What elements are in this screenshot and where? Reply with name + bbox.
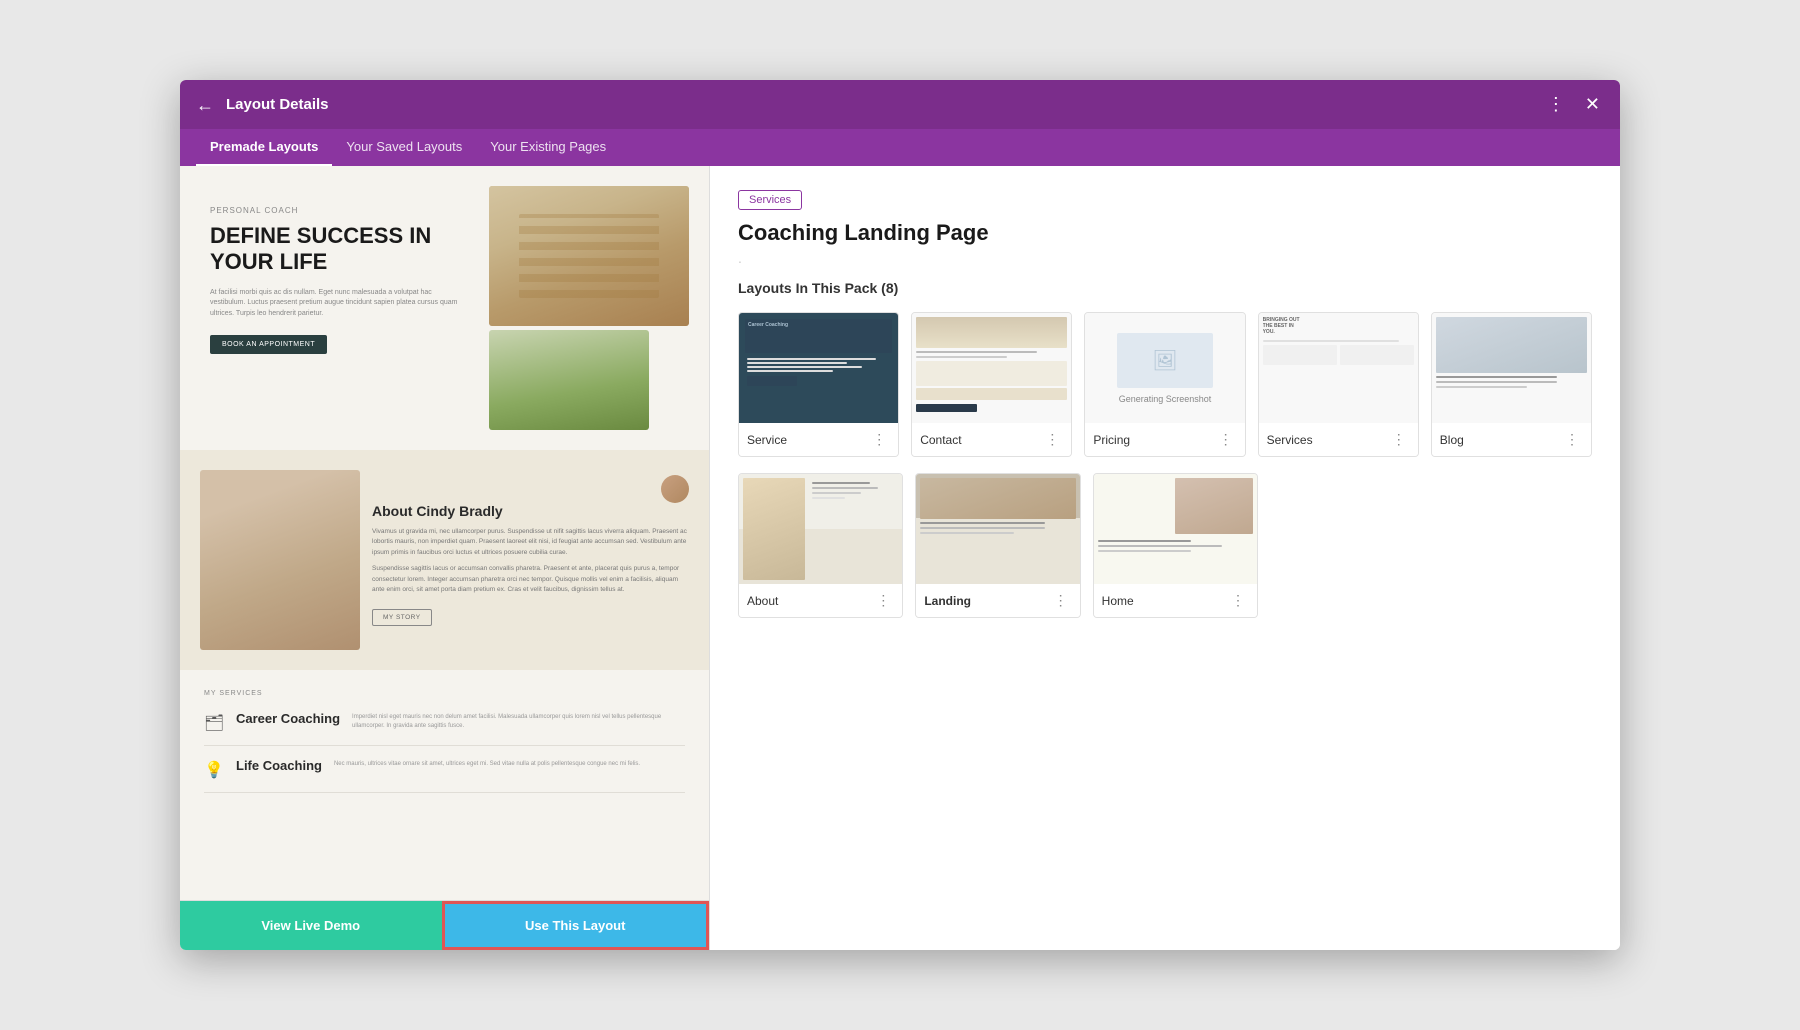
hero-desc: At facilisi morbi quis ac dis nullam. Eg…: [210, 288, 469, 320]
services-label: MY SERVICES: [204, 690, 685, 697]
hero-images: [489, 186, 689, 430]
layout-footer-home: Home ⋮: [1094, 584, 1257, 617]
generating-text: Generating Screenshot: [1119, 394, 1212, 404]
my-story-button[interactable]: MY STORY: [372, 609, 432, 626]
layouts-grid-row1: Career Coaching Service: [738, 312, 1592, 457]
hand-visual: [200, 470, 360, 650]
layout-footer-about: About ⋮: [739, 584, 902, 617]
layout-thumb-service: Career Coaching: [739, 313, 898, 423]
image-placeholder-icon: 🖼: [1152, 348, 1177, 373]
layout-menu-service[interactable]: ⋮: [868, 429, 890, 450]
layout-name-pricing: Pricing: [1093, 433, 1130, 447]
layout-thumb-pricing: 🖼 Generating Screenshot: [1085, 313, 1244, 423]
preview-hero-section: PERSONAL COACH DEFINE SUCCESS IN YOUR LI…: [180, 166, 709, 450]
hero-text: PERSONAL COACH DEFINE SUCCESS IN YOUR LI…: [200, 186, 479, 430]
layout-footer-landing: Landing ⋮: [916, 584, 1079, 617]
view-live-demo-button[interactable]: View Live Demo: [180, 901, 442, 950]
header-right: ⋮ ✕: [1543, 90, 1604, 119]
use-this-layout-button[interactable]: Use This Layout: [442, 901, 710, 950]
preview-actions: View Live Demo Use This Layout: [180, 900, 709, 950]
about-image: [200, 470, 360, 650]
layout-footer-blog: Blog ⋮: [1432, 423, 1591, 456]
layout-card-services[interactable]: BRINGING OUTTHE BEST INYOU. Services ⋮: [1258, 312, 1419, 457]
layout-card-contact[interactable]: Contact ⋮: [911, 312, 1072, 457]
service-name-career: Career Coaching: [236, 711, 340, 733]
layout-name-about: About: [747, 594, 778, 608]
pack-dot: .: [738, 250, 1592, 266]
header-left: ← Layout Details: [196, 95, 329, 115]
layout-footer-contact: Contact ⋮: [912, 423, 1071, 456]
hero-image-blocks: [489, 186, 689, 326]
layout-card-home[interactable]: Home ⋮: [1093, 473, 1258, 618]
preview-services-section: MY SERVICES 🗂 Career Coaching Imperdiet …: [180, 670, 709, 825]
layout-thumb-contact: [912, 313, 1071, 423]
modal-container: ← Layout Details ⋮ ✕ Premade Layouts You…: [180, 80, 1620, 950]
tabs-bar: Premade Layouts Your Saved Layouts Your …: [180, 129, 1620, 166]
layout-name-landing: Landing: [924, 594, 971, 608]
service-desc-career: Imperdiet nisl eget mauris nec non delum…: [352, 711, 685, 733]
layout-card-blog[interactable]: Blog ⋮: [1431, 312, 1592, 457]
service-item-career: 🗂 Career Coaching Imperdiet nisl eget ma…: [204, 711, 685, 746]
layout-thumb-landing: [916, 474, 1079, 584]
briefcase-icon: 🗂: [204, 713, 224, 733]
modal-title: Layout Details: [226, 96, 329, 113]
layout-card-about[interactable]: About ⋮: [738, 473, 903, 618]
layout-name-blog: Blog: [1440, 433, 1464, 447]
wooden-blocks-visual: [489, 186, 689, 326]
avatar: [661, 475, 689, 503]
about-text: About Cindy Bradly Vivamus ut gravida mi…: [372, 470, 689, 650]
close-icon[interactable]: ✕: [1581, 90, 1604, 119]
layouts-label: Layouts In This Pack (8): [738, 280, 1592, 296]
layout-menu-pricing[interactable]: ⋮: [1215, 429, 1237, 450]
layout-menu-home[interactable]: ⋮: [1227, 590, 1249, 611]
layout-footer-pricing: Pricing ⋮: [1085, 423, 1244, 456]
about-desc-1: Vivamus ut gravida mi, nec ullamcorper p…: [372, 527, 689, 558]
back-arrow-icon[interactable]: ←: [196, 95, 216, 115]
layout-card-pricing[interactable]: 🖼 Generating Screenshot Pricing ⋮: [1084, 312, 1245, 457]
hero-label: PERSONAL COACH: [210, 206, 469, 215]
preview-panel: PERSONAL COACH DEFINE SUCCESS IN YOUR LI…: [180, 166, 710, 950]
layout-thumb-blog: [1432, 313, 1591, 423]
layout-footer-service: Service ⋮: [739, 423, 898, 456]
layout-name-home: Home: [1102, 594, 1134, 608]
preview-about-section: About Cindy Bradly Vivamus ut gravida mi…: [180, 450, 709, 670]
layouts-grid-row2: About ⋮: [738, 473, 1258, 618]
service-name-life: Life Coaching: [236, 758, 322, 780]
layout-menu-services[interactable]: ⋮: [1388, 429, 1410, 450]
layout-thumb-about: [739, 474, 902, 584]
layout-menu-blog[interactable]: ⋮: [1561, 429, 1583, 450]
modal-header: ← Layout Details ⋮ ✕: [180, 80, 1620, 129]
layout-menu-landing[interactable]: ⋮: [1050, 590, 1072, 611]
tab-existing-pages[interactable]: Your Existing Pages: [476, 129, 620, 166]
pack-tag: Services: [738, 190, 802, 210]
hero-image-grass: [489, 330, 649, 430]
lightbulb-icon: 💡: [204, 760, 224, 780]
about-name: About Cindy Bradly: [372, 503, 689, 519]
hero-title: DEFINE SUCCESS IN YOUR LIFE: [210, 223, 469, 276]
layout-menu-contact[interactable]: ⋮: [1041, 429, 1063, 450]
layout-thumb-services: BRINGING OUTTHE BEST INYOU.: [1259, 313, 1418, 423]
service-item-life: 💡 Life Coaching Nec mauris, ultrices vit…: [204, 758, 685, 793]
layout-card-service[interactable]: Career Coaching Service: [738, 312, 899, 457]
book-appointment-button[interactable]: BOOK AN APPOINTMENT: [210, 335, 327, 354]
settings-icon[interactable]: ⋮: [1543, 90, 1569, 119]
placeholder-image: 🖼: [1117, 333, 1213, 388]
tab-saved-layouts[interactable]: Your Saved Layouts: [332, 129, 476, 166]
layout-name-services: Services: [1267, 433, 1313, 447]
pack-title: Coaching Landing Page: [738, 220, 1592, 246]
preview-content: PERSONAL COACH DEFINE SUCCESS IN YOUR LI…: [180, 166, 709, 900]
layout-card-landing[interactable]: Landing ⋮: [915, 473, 1080, 618]
tab-premade-layouts[interactable]: Premade Layouts: [196, 129, 332, 166]
modal-body: PERSONAL COACH DEFINE SUCCESS IN YOUR LI…: [180, 166, 1620, 950]
about-desc-2: Suspendisse sagittis lacus or accumsan c…: [372, 564, 689, 595]
layout-footer-services: Services ⋮: [1259, 423, 1418, 456]
layout-menu-about[interactable]: ⋮: [872, 590, 894, 611]
right-panel: Services Coaching Landing Page . Layouts…: [710, 166, 1620, 950]
layout-name-service: Service: [747, 433, 787, 447]
layout-name-contact: Contact: [920, 433, 961, 447]
layout-thumb-home: [1094, 474, 1257, 584]
service-desc-life: Nec mauris, ultrices vitae ornare sit am…: [334, 758, 685, 780]
